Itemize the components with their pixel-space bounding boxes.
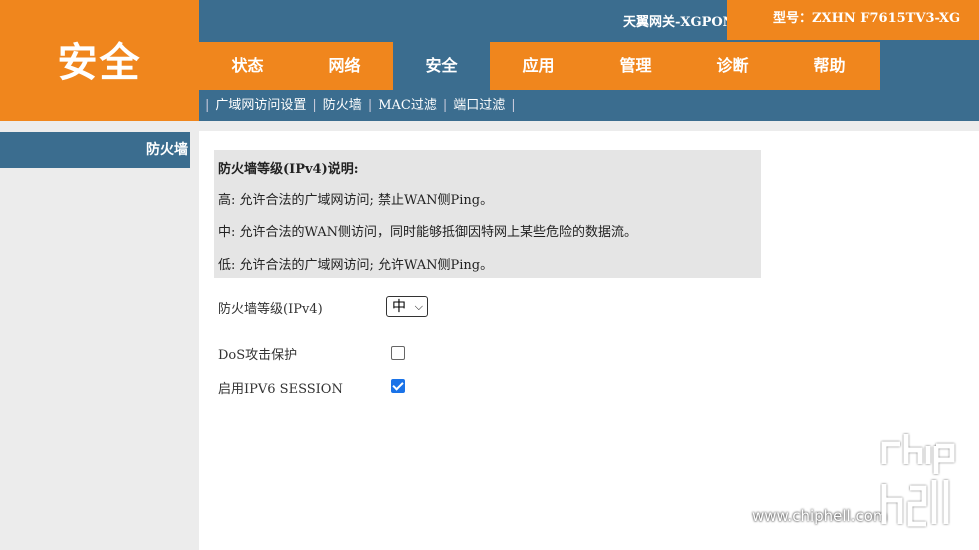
- dos-protection-label: DoS攻击保护: [218, 348, 298, 363]
- main-nav: 状态 网络 安全 应用 管理 诊断 帮助: [199, 40, 979, 90]
- subnav-mac-filter[interactable]: MAC过滤: [378, 98, 437, 113]
- chevron-down-icon: ⌵: [414, 300, 423, 313]
- subnav-separator: |: [205, 98, 210, 113]
- dos-protection-checkbox[interactable]: [391, 346, 405, 360]
- firewall-level-label: 防火墙等级(IPv4): [218, 302, 323, 317]
- description-medium: 中: 允许合法的WAN侧访问，同时能够抵御因特网上某些危险的数据流。: [218, 225, 637, 240]
- subnav-separator: |: [511, 98, 516, 113]
- firewall-level-description: 防火墙等级(IPv4)说明: 高: 允许合法的广域网访问; 禁止WAN侧Ping…: [214, 150, 761, 278]
- subnav-separator: |: [442, 98, 448, 113]
- firewall-level-select[interactable]: 中 ⌵: [386, 296, 428, 317]
- top-bar: 天翼网关-XGPON 型号：ZXHN F7615TV3-XG: [199, 0, 979, 40]
- subnav-separator: |: [367, 98, 373, 113]
- ipv6-session-label: 启用IPV6 SESSION: [218, 382, 343, 397]
- header-section-panel: 安全: [0, 0, 199, 121]
- section-title: 安全: [57, 39, 142, 86]
- subnav-separator: |: [312, 98, 317, 113]
- chiphell-logo-icon: [881, 434, 955, 527]
- firewall-level-value: 中: [392, 299, 406, 315]
- sub-navigation: | 广域网访问设置 | 防火墙 | MAC过滤 | 端口过滤 |: [199, 90, 979, 121]
- device-name: 天翼网关-XGPON: [623, 15, 735, 30]
- tab-status[interactable]: 状态: [199, 42, 296, 90]
- sidebar: 防火墙: [0, 121, 199, 550]
- tab-management[interactable]: 管理: [587, 42, 684, 90]
- watermark-site: www.chiphell.com: [752, 507, 888, 525]
- model-label: 型号：ZXHN F7615TV3-XG: [727, 0, 979, 40]
- subnav-port-filter[interactable]: 端口过滤: [453, 98, 505, 113]
- sidebar-item-firewall[interactable]: 防火墙: [0, 132, 190, 168]
- description-high: 高: 允许合法的广域网访问; 禁止WAN侧Ping。: [218, 193, 494, 208]
- content-top-divider: [199, 121, 979, 131]
- tab-strip: 状态 网络 安全 应用 管理 诊断 帮助: [199, 42, 880, 90]
- tab-application[interactable]: 应用: [490, 42, 587, 90]
- description-low: 低: 允许合法的广域网访问; 允许WAN侧Ping。: [218, 258, 494, 273]
- tab-help[interactable]: 帮助: [781, 42, 878, 90]
- tab-diagnostics[interactable]: 诊断: [684, 42, 781, 90]
- description-heading: 防火墙等级(IPv4)说明:: [218, 162, 359, 177]
- tab-security[interactable]: 安全: [393, 42, 490, 90]
- tab-network[interactable]: 网络: [296, 42, 393, 90]
- subnav-wan-access[interactable]: 广域网访问设置: [215, 98, 306, 113]
- ipv6-session-checkbox[interactable]: [391, 379, 405, 393]
- subnav-firewall[interactable]: 防火墙: [323, 98, 362, 113]
